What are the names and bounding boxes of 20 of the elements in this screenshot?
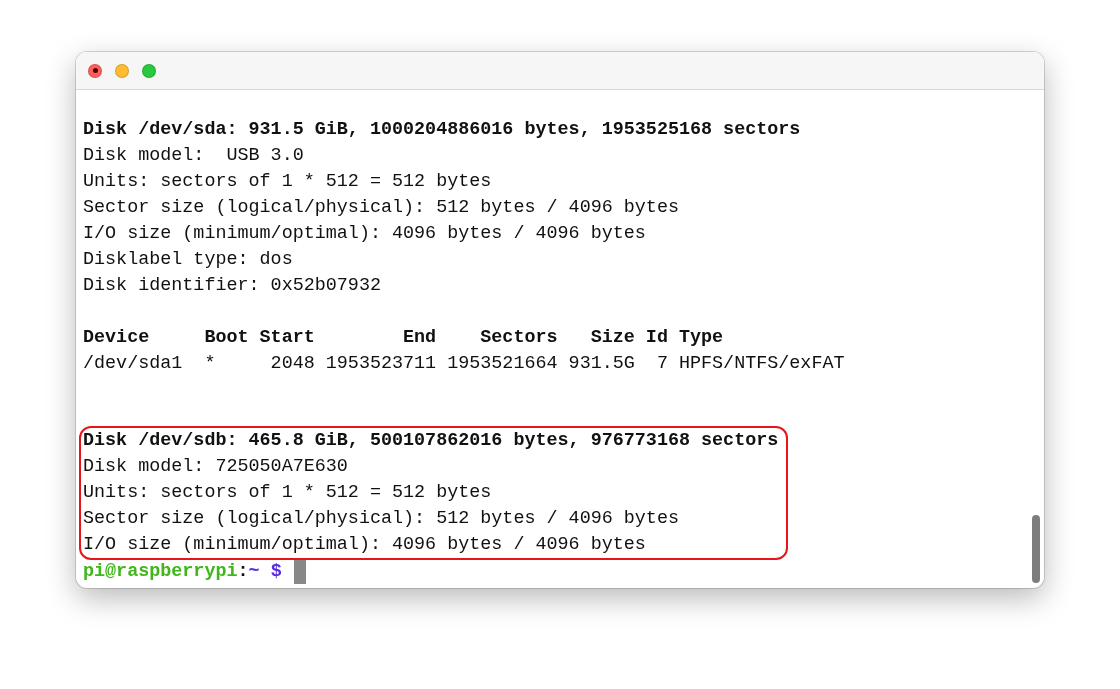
minimize-button[interactable] <box>115 63 129 78</box>
terminal-line: Disk /dev/sdb: 465.8 GiB, 500107862016 bytes, 976773168 sectors <box>83 429 779 453</box>
terminal-line: Disklabel type: dos <box>83 248 293 272</box>
terminal-line: Disk model: 725050A7E630 <box>83 455 348 479</box>
terminal-line: /dev/sda1 * 2048 1953523711 1953521664 931.5G 7 HPFS/NTFS/exFAT <box>83 352 845 376</box>
terminal-line: Sector size (logical/physical): 512 bytes / 4096 bytes <box>83 507 679 531</box>
text-cursor <box>293 560 306 584</box>
shell-prompt: pi@raspberrypi:~ $ <box>83 560 282 584</box>
terminal-line: Sector size (logical/physical): 512 bytes / 4096 bytes <box>83 196 679 220</box>
terminal-line: Disk identifier: 0x52b07932 <box>83 274 381 298</box>
terminal-line: Units: sectors of 1 * 512 = 512 bytes <box>83 170 492 194</box>
scrollbar[interactable] <box>1032 515 1040 583</box>
terminal-line: Disk /dev/sda: 931.5 GiB, 1000204886016 bytes, 1953525168 sectors <box>83 118 801 142</box>
terminal-line: Device Boot Start End Sectors Size Id Type <box>83 326 724 350</box>
close-button[interactable] <box>88 63 102 78</box>
terminal-line: Units: sectors of 1 * 512 = 512 bytes <box>83 481 492 505</box>
zoom-button[interactable] <box>142 63 156 78</box>
terminal-line: I/O size (minimum/optimal): 4096 bytes / 4096 bytes <box>83 533 646 557</box>
terminal-line: I/O size (minimum/optimal): 4096 bytes / 4096 bytes <box>83 222 646 246</box>
terminal-line: Disk model: USB 3.0 <box>83 144 304 168</box>
